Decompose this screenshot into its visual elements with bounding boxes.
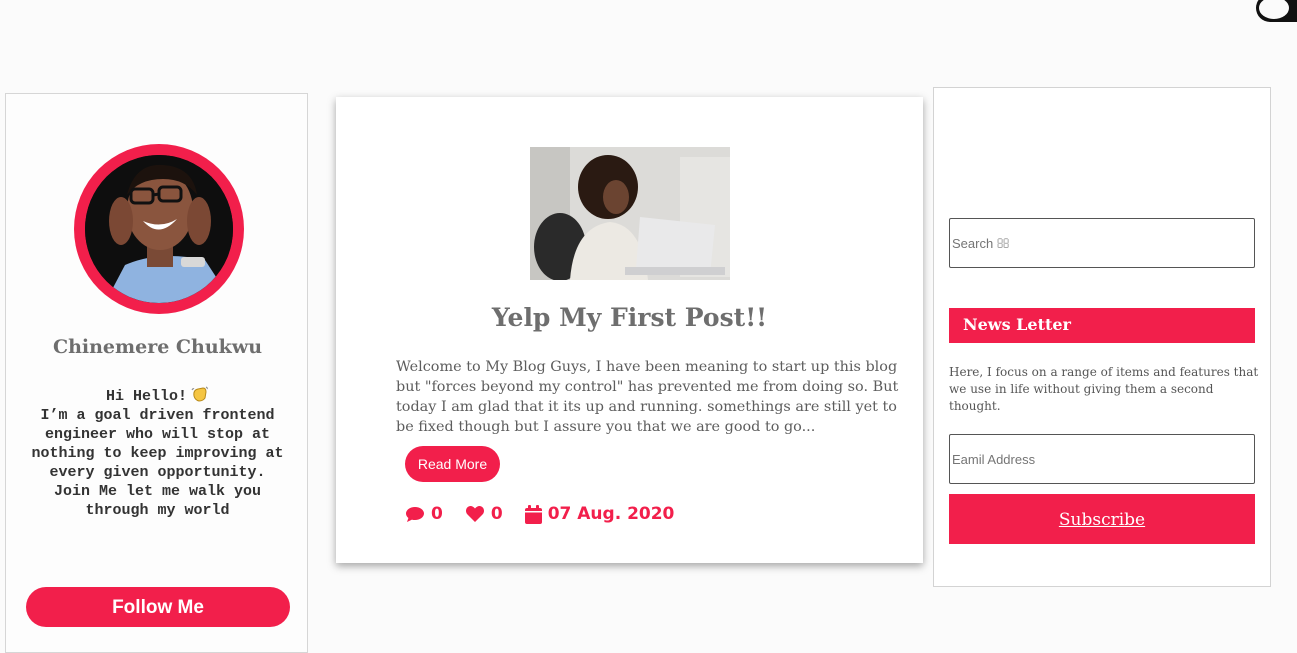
post-image bbox=[530, 147, 730, 280]
calendar-icon bbox=[524, 504, 542, 524]
profile-bio-text: I’m a goal driven frontend engineer who … bbox=[31, 407, 284, 519]
newsletter-heading: News Letter bbox=[949, 308, 1255, 343]
post-date: 07 Aug. 2020 bbox=[524, 504, 675, 524]
post-card: Yelp My First Post!! Welcome to My Blog … bbox=[336, 97, 923, 563]
profile-card: Chinemere Chukwu Hi Hello! I’m a goal dr… bbox=[5, 93, 308, 653]
heart-icon bbox=[465, 506, 484, 522]
comments-count[interactable]: 0 bbox=[405, 504, 443, 524]
date-value: 07 Aug. 2020 bbox=[547, 504, 675, 524]
comment-icon bbox=[406, 506, 424, 522]
profile-name: Chinemere Chukwu bbox=[52, 336, 263, 358]
avatar bbox=[74, 144, 244, 314]
profile-greeting: Hi Hello! bbox=[105, 388, 187, 405]
follow-me-button[interactable]: Follow Me bbox=[26, 587, 290, 627]
profile-bio: Hi Hello! I’m a goal driven frontend eng… bbox=[28, 386, 287, 520]
avatar-photo bbox=[85, 155, 233, 303]
post-excerpt: Welcome to My Blog Guys, I have been mea… bbox=[396, 359, 899, 435]
comments-value: 0 bbox=[431, 504, 443, 524]
email-field[interactable] bbox=[949, 434, 1255, 484]
toggle-knob bbox=[1259, 0, 1289, 19]
waving-hand-icon bbox=[191, 386, 209, 402]
post-meta: 0 0 07 Aug. 2020 bbox=[405, 502, 696, 526]
subscribe-button[interactable]: Subscribe bbox=[949, 494, 1255, 544]
read-more-button[interactable]: Read More bbox=[405, 446, 500, 482]
theme-toggle[interactable] bbox=[1256, 0, 1297, 22]
sidebar: News Letter Here, I focus on a range of … bbox=[933, 87, 1271, 587]
search-input[interactable] bbox=[949, 218, 1255, 268]
likes-count[interactable]: 0 bbox=[465, 504, 503, 524]
newsletter-description: Here, I focus on a range of items and fe… bbox=[949, 365, 1259, 413]
post-title[interactable]: Yelp My First Post!! bbox=[336, 303, 923, 332]
likes-value: 0 bbox=[490, 504, 503, 524]
